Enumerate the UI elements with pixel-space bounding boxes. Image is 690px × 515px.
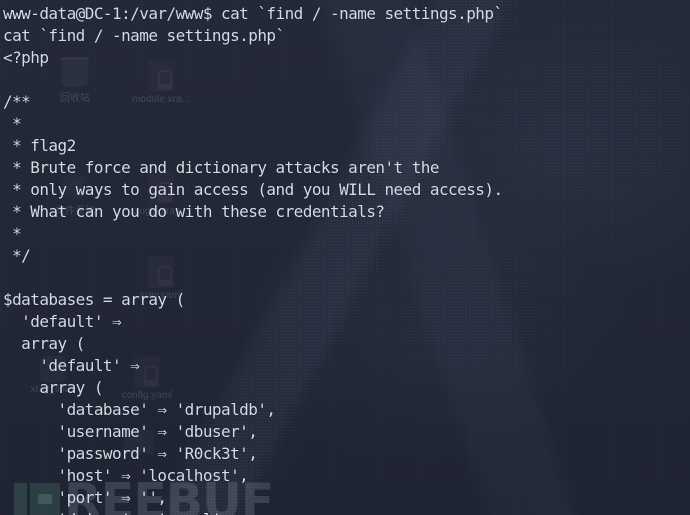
- terminal-line: * flag2: [3, 136, 76, 155]
- terminal-window[interactable]: 回收站 module.xra... 文件系统 plugin.xray.... x…: [0, 0, 690, 515]
- terminal-line: array (: [3, 378, 103, 397]
- terminal-line: 'default' ⇒: [3, 356, 140, 375]
- terminal-line: 'database' ⇒ 'drupaldb',: [3, 400, 276, 419]
- terminal-line: /**: [3, 92, 31, 111]
- terminal-line: <?php: [3, 48, 49, 67]
- terminal-line: 'port' ⇒ '',: [3, 488, 167, 507]
- terminal-line: */: [3, 246, 31, 265]
- terminal-line: 'host' ⇒ 'localhost',: [3, 466, 249, 485]
- terminal-line: * Brute force and dictionary attacks are…: [3, 158, 439, 177]
- terminal-line: 'password' ⇒ 'R0ck3t',: [3, 444, 258, 463]
- terminal-line: 'default' ⇒: [3, 312, 122, 331]
- terminal-line: *: [3, 224, 22, 243]
- terminal-line: $databases = array (: [3, 290, 185, 309]
- terminal-line: array (: [3, 334, 85, 353]
- terminal-line: 'username' ⇒ 'dbuser',: [3, 422, 258, 441]
- terminal-line: www-data@DC-1:/var/www$ cat `find / -nam…: [3, 4, 503, 23]
- terminal-line: 'driver' ⇒ 'mysql',: [3, 509, 690, 515]
- terminal-line: *: [3, 114, 22, 133]
- terminal-line: cat `find / -name settings.php`: [3, 26, 285, 45]
- terminal-output[interactable]: www-data@DC-1:/var/www$ cat `find / -nam…: [0, 0, 690, 515]
- terminal-line: * What can you do with these credentials…: [3, 202, 385, 221]
- terminal-line: * only ways to gain access (and you WILL…: [3, 180, 503, 199]
